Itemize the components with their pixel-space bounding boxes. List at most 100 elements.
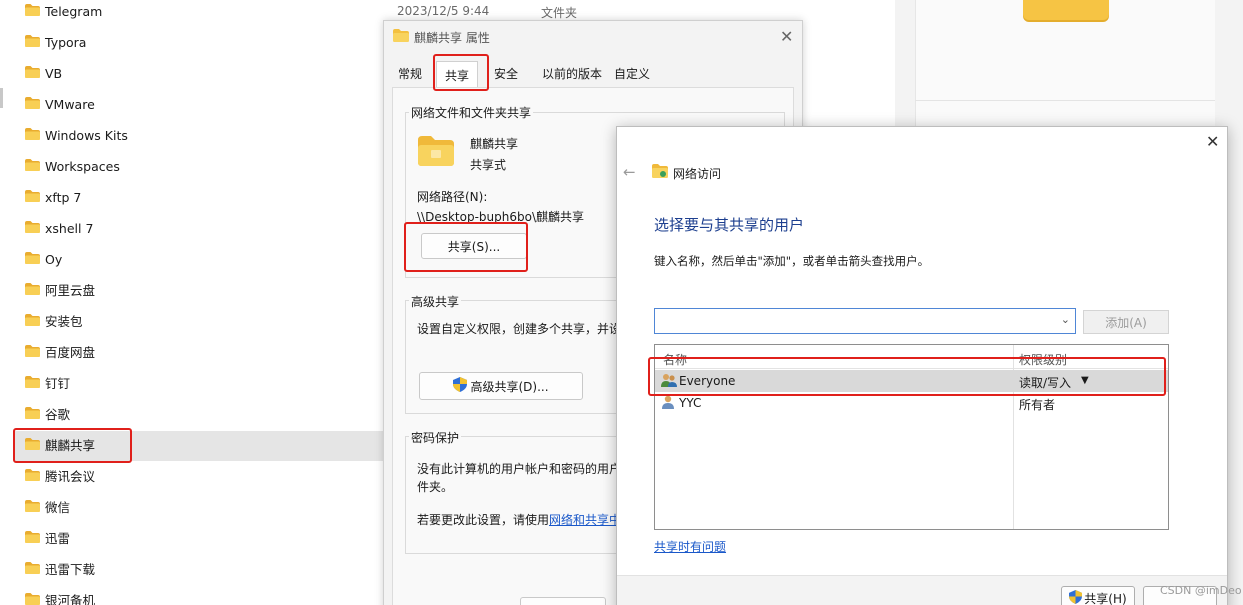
- group-label: 高级共享: [409, 293, 462, 310]
- tree-item[interactable]: 谷歌: [15, 400, 385, 430]
- folder-icon: [25, 438, 40, 453]
- folder-icon: [25, 4, 40, 19]
- permission-level[interactable]: 读取/写入: [1019, 374, 1071, 391]
- tree-item-label: Typora: [45, 35, 87, 50]
- tab-previous-versions[interactable]: 以前的版本: [542, 65, 602, 82]
- user-combo-input[interactable]: ⌄: [654, 308, 1076, 334]
- tree-item-label: Telegram: [45, 4, 103, 19]
- group-user-icon: [661, 373, 677, 391]
- folder-icon: [25, 66, 40, 81]
- tab-general[interactable]: 常规: [398, 65, 422, 82]
- screen: Telegram Typora VB VMware Windows Kits Worksp…: [0, 0, 1243, 605]
- tree-item[interactable]: VB: [15, 59, 385, 89]
- folder-icon: [25, 593, 40, 605]
- tree-item-label: 百度网盘: [45, 345, 96, 360]
- password-desc-line1: 没有此计算机的用户帐户和密码的用户: [417, 462, 622, 476]
- item-type: 文件夹: [541, 6, 578, 20]
- folder-icon: [25, 469, 40, 484]
- chevron-down-icon[interactable]: ⌄: [1061, 313, 1070, 326]
- preview-divider: [915, 100, 1215, 101]
- tree-item[interactable]: 麒麟共享: [15, 431, 385, 461]
- tree-item[interactable]: 百度网盘: [15, 338, 385, 368]
- back-arrow-icon[interactable]: ←: [623, 163, 636, 181]
- folder-icon: [25, 314, 40, 329]
- folder-name: 麒麟共享: [470, 137, 519, 151]
- folder-icon: [25, 283, 40, 298]
- user-permission-list: 名称 权限级别 Everyone 读取/写入 ▼ YYC 所有者: [654, 344, 1169, 530]
- advanced-share-label: 高级共享(D)...: [470, 379, 549, 394]
- folder-tree: Telegram Typora VB VMware Windows Kits Worksp…: [0, 0, 385, 605]
- share-button[interactable]: 共享(S)...: [421, 233, 527, 259]
- user-icon: [661, 395, 675, 413]
- tree-item[interactable]: Oy: [15, 245, 385, 275]
- advanced-share-button[interactable]: 高级共享(D)...: [419, 372, 583, 400]
- watermark: CSDN @imDeo: [1160, 584, 1242, 597]
- share-confirm-button[interactable]: 共享(H): [1061, 586, 1135, 605]
- tree-item[interactable]: xshell 7: [15, 214, 385, 244]
- folder-icon: [25, 35, 40, 50]
- tab-customize[interactable]: 自定义: [614, 65, 650, 82]
- dialog-title: 麒麟共享 属性: [414, 31, 490, 45]
- column-name-header[interactable]: 名称: [663, 351, 687, 368]
- dialog-title: 网络访问: [673, 167, 722, 181]
- network-folder-icon: [652, 164, 668, 181]
- tree-item[interactable]: 迅雷下载: [15, 555, 385, 585]
- tree-item[interactable]: Workspaces: [15, 152, 385, 182]
- sharing-help-link[interactable]: 共享时有问题: [654, 538, 726, 555]
- tab-security[interactable]: 安全: [494, 65, 518, 82]
- tree-item[interactable]: VMware: [15, 90, 385, 120]
- close-icon[interactable]: ✕: [780, 27, 793, 46]
- tree-item-label: 谷歌: [45, 407, 71, 422]
- tree-item-label: 钉钉: [45, 376, 71, 391]
- tree-item[interactable]: 安装包: [15, 307, 385, 337]
- tree-item-label: 迅雷: [45, 531, 71, 546]
- preview-folder-icon: [1023, 0, 1109, 20]
- modified-date: 2023/12/5 9:44: [397, 4, 490, 18]
- folder-icon: [25, 221, 40, 236]
- tree-item-label: 银河备机: [45, 593, 96, 605]
- folder-icon: [25, 128, 40, 143]
- column-permission-header[interactable]: 权限级别: [1019, 351, 1067, 368]
- folder-icon: [393, 29, 409, 45]
- tree-item[interactable]: xftp 7: [15, 183, 385, 213]
- tree-item[interactable]: 微信: [15, 493, 385, 523]
- tab-sharing[interactable]: 共享: [436, 61, 479, 89]
- tree-item-label: xshell 7: [45, 221, 94, 236]
- password-change-prefix: 若要更改此设置，请使用: [417, 513, 550, 527]
- tree-item[interactable]: 腾讯会议: [15, 462, 385, 492]
- group-label: 网络文件和文件夹共享: [409, 104, 534, 121]
- folder-icon: [25, 252, 40, 267]
- tree-item-label: 阿里云盘: [45, 283, 96, 298]
- tree-item[interactable]: 银河备机: [15, 586, 385, 605]
- network-path: \\Desktop-buph6bo\麒麟共享: [417, 210, 584, 224]
- folder-icon: [25, 376, 40, 391]
- tree-item[interactable]: Telegram: [15, 0, 385, 27]
- permission-level: 所有者: [1019, 398, 1056, 412]
- tree-item-label: xftp 7: [45, 190, 82, 205]
- dialog-footer: 共享(H): [617, 575, 1227, 605]
- shared-folder-icon: [418, 136, 454, 169]
- add-button[interactable]: 添加(A): [1083, 310, 1169, 334]
- tree-item-label: 麒麟共享: [45, 438, 96, 453]
- network-sharing-center-link[interactable]: 网络和共享中: [549, 513, 621, 527]
- shield-icon: [453, 377, 468, 395]
- tree-item[interactable]: 迅雷: [15, 524, 385, 554]
- network-access-dialog: ✕ ← 网络访问 选择要与其共享的用户 键入名称，然后单击"添加"，或者单击箭头…: [616, 126, 1228, 605]
- tree-item-label: 微信: [45, 500, 71, 515]
- dropdown-arrow-icon[interactable]: ▼: [1081, 375, 1089, 386]
- list-item[interactable]: YYC 所有者: [655, 392, 1168, 414]
- share-status: 共享式: [470, 158, 507, 172]
- tree-item-label: VB: [45, 66, 63, 81]
- tree-item[interactable]: 阿里云盘: [15, 276, 385, 306]
- shield-icon: [1069, 589, 1083, 605]
- list-item[interactable]: Everyone 读取/写入 ▼: [655, 370, 1168, 392]
- close-icon[interactable]: ✕: [1206, 132, 1219, 151]
- tree-item-label: Workspaces: [45, 159, 120, 174]
- tree-item-label: Oy: [45, 252, 63, 267]
- network-path-label: 网络路径(N):: [417, 190, 488, 204]
- user-name: Everyone: [679, 374, 736, 388]
- ok-button[interactable]: [520, 597, 606, 605]
- tree-item[interactable]: Windows Kits: [15, 121, 385, 151]
- tree-item[interactable]: Typora: [15, 28, 385, 58]
- tree-item[interactable]: 钉钉: [15, 369, 385, 399]
